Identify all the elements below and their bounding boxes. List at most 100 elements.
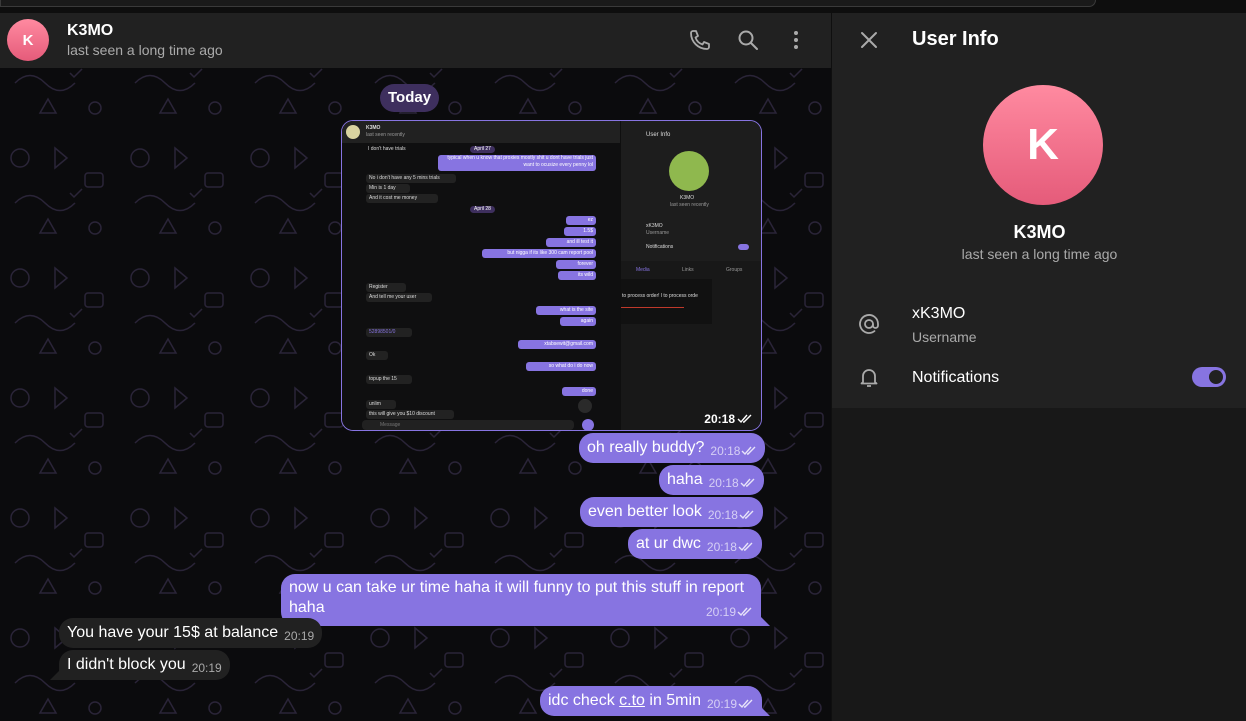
mini-msg: its wild xyxy=(558,271,596,280)
browser-top-strip xyxy=(0,0,1246,13)
message-time: 20:18 xyxy=(710,444,741,458)
message-bubble[interactable]: I didn't block you 20:19 xyxy=(59,650,230,680)
mini-panel-username-label: Username xyxy=(646,230,670,236)
mini-msg: xtabsewit@gmail.com xyxy=(518,340,596,349)
message-meta: 20:18 xyxy=(708,500,755,530)
double-check-icon xyxy=(737,414,752,424)
bell-icon xyxy=(860,369,878,387)
mini-msg: what is the site xyxy=(536,306,596,315)
message-bubble[interactable]: even better look 20:18 xyxy=(580,497,763,527)
mini-tab: Groups xyxy=(726,267,743,273)
double-check-icon xyxy=(741,446,756,456)
username-value[interactable]: xK3MO xyxy=(912,305,965,323)
message-bubble[interactable]: at ur dwc 20:18 xyxy=(628,529,762,559)
mini-msg: No i don't have any 5 mins trials xyxy=(366,174,456,183)
message-bubble[interactable]: oh really buddy? 20:18 xyxy=(579,433,766,466)
message-time: 20:19 xyxy=(705,605,736,619)
mini-msg: topup the 15 xyxy=(366,375,412,384)
user-info-panel: User Info K K3MO last seen a long time a… xyxy=(831,13,1246,721)
mini-msg: And tell me your user xyxy=(366,293,432,302)
message-link[interactable]: c.to xyxy=(619,692,645,709)
mini-msg: forever xyxy=(556,260,596,269)
message-text: now u can take ur time haha it will funn… xyxy=(289,579,745,596)
more-vertical-icon[interactable] xyxy=(784,28,808,52)
mini-msg: unlim xyxy=(366,400,396,409)
message-meta: 20:19 xyxy=(707,689,754,719)
message-time: 20:19 xyxy=(191,661,222,675)
mini-msg: again xyxy=(560,317,596,326)
mini-msg: typical when u know that proxies mostly … xyxy=(438,155,596,171)
message-text-pre: idc check xyxy=(548,692,620,709)
message-time: 20:18 xyxy=(708,476,739,490)
message-time: 20:18 xyxy=(706,540,737,554)
avatar[interactable]: K xyxy=(7,19,49,61)
mini-msg: 52898501/0 xyxy=(366,328,412,337)
mini-msg: but nigga if its like 300 cam report poo… xyxy=(482,249,596,258)
mini-msg: 1.5$ xyxy=(564,227,596,236)
mini-input: Message xyxy=(362,420,574,430)
mini-panel-name: K3MO xyxy=(680,195,695,201)
screenshot-chat: K3MO last seen recently I don't have tri… xyxy=(342,121,620,430)
mini-panel-username: xK3MO xyxy=(646,223,663,229)
message-bubble[interactable]: haha 20:18 xyxy=(659,465,764,495)
mini-date: April 28 xyxy=(470,206,495,213)
screenshot-avatar xyxy=(346,125,360,139)
toggle-knob xyxy=(1207,368,1225,386)
profile-avatar[interactable]: K xyxy=(983,85,1103,205)
profile-status: last seen a long time ago xyxy=(961,246,1118,262)
message-meta: 20:19 xyxy=(192,653,222,683)
panel-title: User Info xyxy=(912,28,999,50)
message-text-line2: haha xyxy=(289,599,325,616)
phone-icon[interactable] xyxy=(688,28,712,52)
message-bubble[interactable]: You have your 15$ at balance 20:19 xyxy=(59,618,323,651)
chat-status: last seen a long time ago xyxy=(67,42,223,58)
close-icon[interactable] xyxy=(858,29,880,51)
mini-date: April 27 xyxy=(470,146,495,153)
browser-tab-bar xyxy=(0,0,1096,7)
mini-msg: this will give you $10 discount xyxy=(366,410,454,419)
message-meta: 20:18 xyxy=(707,532,754,562)
chat-area: K K3MO last seen a long time ago Today K… xyxy=(0,13,831,721)
mini-panel-status: last seen recently xyxy=(670,202,709,208)
image-message[interactable]: K3MO last seen recently I don't have tri… xyxy=(341,120,762,431)
search-icon[interactable] xyxy=(736,28,760,52)
mini-panel-title: User Info xyxy=(646,132,671,138)
message-text: idc check c.to in 5min xyxy=(548,686,701,716)
message-time: 20:18 xyxy=(704,412,735,426)
message-time: 20:18 xyxy=(707,508,738,522)
mini-msg: Register xyxy=(366,283,406,292)
mini-msg: I don't have trials xyxy=(368,146,406,152)
mini-media-thumb: to process order! l to process orde xyxy=(620,279,712,324)
message-meta: 20:19 xyxy=(284,621,314,651)
chat-header: K K3MO last seen a long time ago xyxy=(0,13,831,68)
username-label: Username xyxy=(912,329,977,345)
mini-msg: Min is 1 day xyxy=(366,184,410,193)
mini-panel-notifications: Notifications xyxy=(646,244,674,250)
mini-msg: done xyxy=(562,387,596,396)
message-text: I didn't block you xyxy=(67,656,186,673)
mini-tab: Links xyxy=(682,267,694,273)
double-check-icon xyxy=(737,607,752,617)
mini-scroll-down xyxy=(578,399,592,413)
mini-toggle xyxy=(738,244,749,250)
message-text: at ur dwc xyxy=(636,535,701,552)
user-info-card: User Info K K3MO last seen a long time a… xyxy=(832,13,1246,408)
message-bubble[interactable]: now u can take ur time haha it will funn… xyxy=(281,574,761,626)
mini-send xyxy=(582,419,594,430)
mini-panel-avatar xyxy=(669,151,709,191)
message-meta: 20:18 xyxy=(709,468,756,498)
mini-msg: and ill test it xyxy=(546,238,596,247)
message-meta: 20:18 xyxy=(710,436,757,466)
chat-title[interactable]: K3MO xyxy=(67,22,113,40)
message-text: oh really buddy? xyxy=(587,439,705,456)
screenshot-header: K3MO last seen recently xyxy=(342,121,620,143)
at-icon xyxy=(859,314,879,334)
message-bubble[interactable]: idc check c.to in 5min 20:19 xyxy=(540,686,762,716)
message-text-post: in 5min xyxy=(644,692,701,709)
mini-media-line xyxy=(620,307,684,308)
notifications-label: Notifications xyxy=(912,369,1000,386)
notifications-toggle[interactable] xyxy=(1192,367,1226,387)
screenshot-status: last seen recently xyxy=(366,132,405,138)
message-time: 20:19 xyxy=(706,697,737,711)
double-check-icon xyxy=(738,699,753,709)
